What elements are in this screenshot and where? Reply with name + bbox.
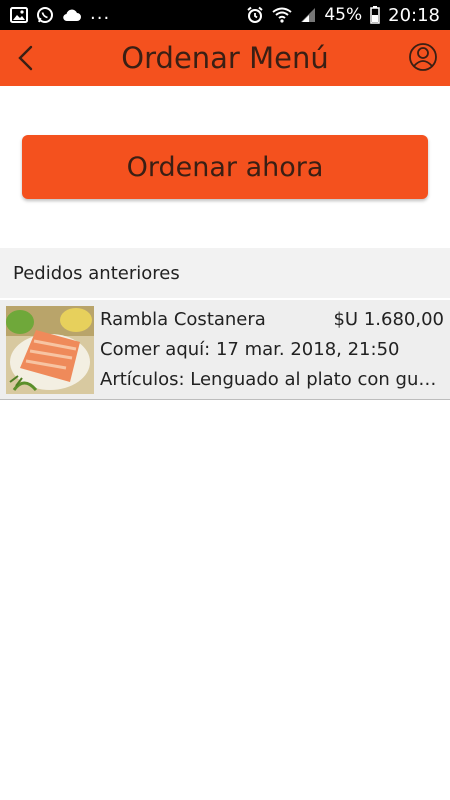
status-bar-left: ... — [10, 2, 111, 24]
back-button[interactable] — [14, 44, 40, 72]
user-icon — [409, 43, 437, 71]
order-items: Artículos: Lenguado al plato con guar... — [100, 369, 440, 390]
profile-button[interactable] — [408, 42, 438, 72]
page-title: Ordenar Menú — [121, 41, 329, 75]
wifi-icon — [272, 7, 292, 23]
cloud-icon — [62, 8, 82, 22]
chevron-left-icon — [18, 45, 33, 71]
image-icon — [10, 7, 28, 23]
order-food-thumbnail — [6, 306, 94, 394]
list-item[interactable]: Rambla Costanera $U 1.680,00 Comer aquí:… — [0, 300, 450, 400]
order-price: $U 1.680,00 — [333, 309, 444, 330]
battery-percentage: 45% — [324, 5, 363, 25]
order-type-date: Comer aquí: 17 mar. 2018, 21:50 — [100, 339, 400, 360]
clock-time: 20:18 — [388, 4, 440, 26]
more-notifications-indicator: ... — [90, 2, 111, 24]
order-now-button[interactable]: Ordenar ahora — [22, 135, 428, 199]
status-bar-right: 45% 20:18 — [246, 5, 440, 26]
battery-icon — [370, 6, 380, 24]
status-bar: ... 45% 20:18 — [0, 0, 450, 30]
order-restaurant-name: Rambla Costanera — [100, 309, 266, 330]
section-title: Pedidos anteriores — [13, 262, 180, 284]
whatsapp-icon — [36, 6, 54, 24]
previous-orders-header: Pedidos anteriores — [0, 248, 450, 298]
signal-icon — [300, 7, 316, 23]
app-bar: Ordenar Menú — [0, 30, 450, 86]
alarm-icon — [246, 6, 264, 24]
